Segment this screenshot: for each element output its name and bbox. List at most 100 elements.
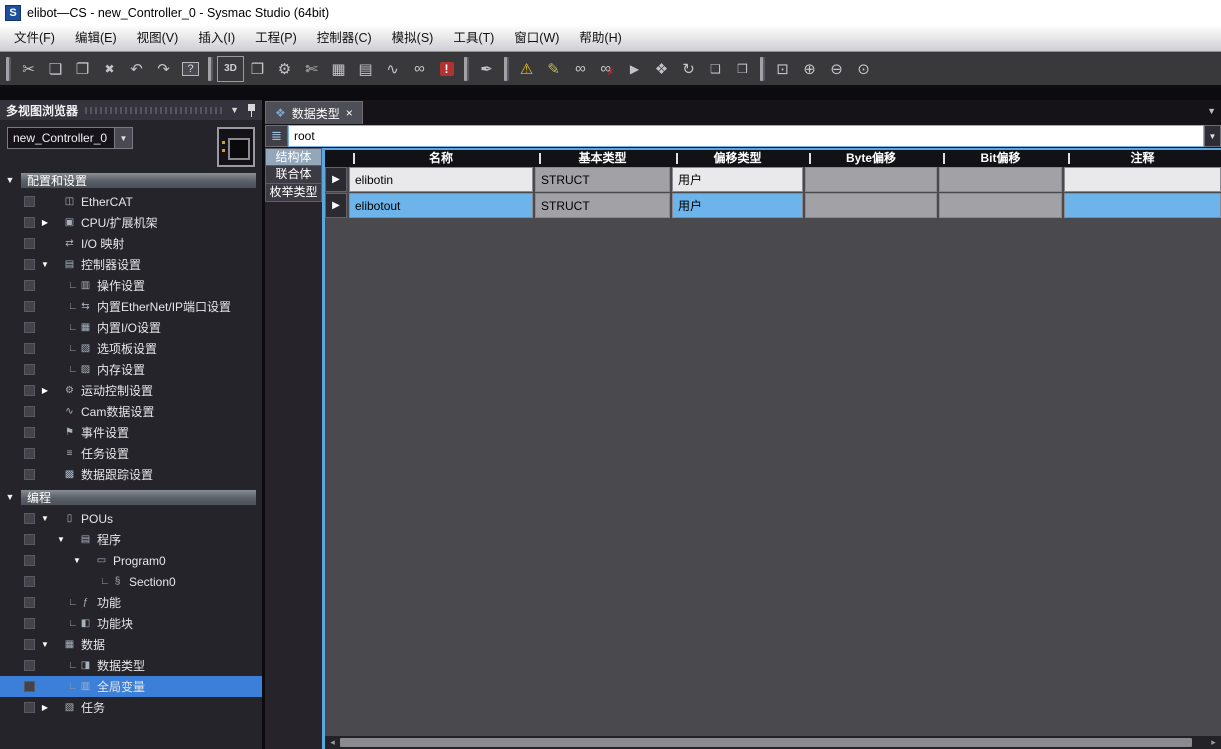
menu-tools[interactable]: 工具(T) xyxy=(443,26,504,51)
expander-icon[interactable]: ▼ xyxy=(38,640,52,649)
chevron-down-icon[interactable]: ▼ xyxy=(230,105,239,115)
sidebar-item-program0[interactable]: ▼▭Program0 xyxy=(0,550,262,571)
zoom-out-icon[interactable]: ⊖ xyxy=(823,56,850,82)
sidebar-item-pous[interactable]: ▼▯POUs xyxy=(0,508,262,529)
build-icon[interactable]: ⚠ xyxy=(513,56,540,82)
tab-unions[interactable]: 联合体 xyxy=(265,166,322,184)
scrollbar-thumb[interactable] xyxy=(340,738,1192,747)
sync-icon[interactable]: ❖ xyxy=(648,56,675,82)
sidebar-item-memory-settings[interactable]: ∟▨内存设置 xyxy=(0,359,262,380)
cell-comment[interactable] xyxy=(1064,193,1221,218)
paste-icon[interactable]: ❐ xyxy=(69,56,96,82)
sidebar-item-global-variables[interactable]: ∟▥全局变量 xyxy=(0,676,262,697)
sidebar-item-section0[interactable]: ∟§Section0 xyxy=(0,571,262,592)
sidebar-item-functions[interactable]: ∟ƒ功能 xyxy=(0,592,262,613)
root-input[interactable] xyxy=(288,125,1204,147)
tab-enums[interactable]: 枚举类型 xyxy=(265,184,322,202)
menu-view[interactable]: 视图(V) xyxy=(127,26,189,51)
sidebar-item-tasks[interactable]: ▶▧任务 xyxy=(0,697,262,718)
zoom-in-icon[interactable]: ⊕ xyxy=(796,56,823,82)
menu-simulation[interactable]: 模拟(S) xyxy=(382,26,444,51)
program-check-all-icon[interactable]: ∞✗ xyxy=(594,56,621,82)
sidebar-item-cpu-rack[interactable]: ▶▣CPU/扩展机架 xyxy=(0,212,262,233)
row-expander[interactable]: ▶ xyxy=(325,193,347,218)
fit-view-icon[interactable]: ⊡ xyxy=(769,56,796,82)
scroll-right-icon[interactable]: ▸ xyxy=(1206,736,1221,749)
sidebar-item-option-board[interactable]: ∟▧选项板设置 xyxy=(0,338,262,359)
controller-dropdown[interactable]: new_Controller_0 ▼ xyxy=(7,127,133,149)
expander-icon[interactable]: ▼ xyxy=(38,514,52,523)
expander-icon[interactable]: ▼ xyxy=(54,535,68,544)
header-offset-type[interactable]: 偏移类型 xyxy=(672,150,803,167)
sidebar-item-programs[interactable]: ▼▤程序 xyxy=(0,529,262,550)
copy-icon[interactable]: ❏ xyxy=(42,56,69,82)
project-window-icon[interactable]: ❒ xyxy=(244,56,271,82)
sidebar-item-controller-setup[interactable]: ▼▤控制器设置 xyxy=(0,254,262,275)
expander-icon[interactable]: ▼ xyxy=(70,556,84,565)
section-programming[interactable]: ▼ 编程 xyxy=(0,488,262,506)
edit-check-icon[interactable]: ✒ xyxy=(473,56,500,82)
sidebar-item-task-settings[interactable]: ≡任务设置 xyxy=(0,443,262,464)
menu-project[interactable]: 工程(P) xyxy=(245,26,307,51)
header-base-type[interactable]: 基本类型 xyxy=(535,150,670,167)
chevron-down-icon[interactable]: ▼ xyxy=(114,128,132,148)
tab-data-types[interactable]: ❖ 数据类型 × xyxy=(265,101,363,124)
expander-icon[interactable]: ▶ xyxy=(38,386,52,395)
cell-offset-type[interactable]: 用户 xyxy=(672,193,803,218)
section-config-setup[interactable]: ▼ 配置和设置 xyxy=(0,171,262,189)
monitor-icon[interactable]: ❑ xyxy=(702,56,729,82)
search-icon[interactable]: ∞ xyxy=(406,56,433,82)
tool-icon[interactable]: ⚙ xyxy=(271,56,298,82)
header-comment[interactable]: 注释 xyxy=(1064,150,1221,167)
menu-insert[interactable]: 插入(I) xyxy=(188,26,245,51)
cell-name[interactable]: elibotout xyxy=(349,193,533,218)
pin-icon[interactable] xyxy=(247,104,256,117)
rebuild-icon[interactable]: ✎ xyxy=(540,56,567,82)
menu-controller[interactable]: 控制器(C) xyxy=(307,26,382,51)
row-expander[interactable]: ▶ xyxy=(325,167,347,192)
sidebar-item-data-types[interactable]: ∟◨数据类型 xyxy=(0,655,262,676)
program-check-icon[interactable]: ∞ xyxy=(567,56,594,82)
undo-icon[interactable]: ↶ xyxy=(123,56,150,82)
monitor-secondary-icon[interactable]: ❒ xyxy=(729,56,756,82)
refresh-icon[interactable]: ↻ xyxy=(675,56,702,82)
cut-icon[interactable]: ✂ xyxy=(15,56,42,82)
header-bit-offset[interactable]: Bit偏移 xyxy=(939,150,1062,167)
view-3d-icon[interactable]: 3D xyxy=(217,56,244,82)
sidebar-item-ethernet-ip-port[interactable]: ∟⇆内置EtherNet/IP端口设置 xyxy=(0,296,262,317)
menu-edit[interactable]: 编辑(E) xyxy=(65,26,127,51)
delete-icon[interactable]: ✖ xyxy=(96,56,123,82)
table-row-selected[interactable]: ▶ elibotout STRUCT 用户 xyxy=(325,193,1221,218)
watch-table-icon[interactable]: ▦ xyxy=(325,56,352,82)
expander-icon[interactable]: ▶ xyxy=(38,218,52,227)
sidebar-item-data-trace[interactable]: ▩数据跟踪设置 xyxy=(0,464,262,485)
sidebar-item-event-settings[interactable]: ⚑事件设置 xyxy=(0,422,262,443)
close-icon[interactable]: × xyxy=(346,106,353,120)
multiview-explorer-header[interactable]: 多视图浏览器 ▼ xyxy=(0,100,262,120)
zoom-100-icon[interactable]: ⊙ xyxy=(850,56,877,82)
expander-icon[interactable]: ▼ xyxy=(38,260,52,269)
sidebar-item-motion-control[interactable]: ▶⚙运动控制设置 xyxy=(0,380,262,401)
cell-name[interactable]: elibotin xyxy=(349,167,533,192)
sidebar-item-data[interactable]: ▼▦数据 xyxy=(0,634,262,655)
header-name[interactable]: 名称 xyxy=(349,150,533,167)
io-table-icon[interactable]: ▤ xyxy=(352,56,379,82)
chevron-down-icon[interactable]: ▼ xyxy=(1204,125,1221,147)
cell-comment[interactable] xyxy=(1064,167,1221,192)
header-byte-offset[interactable]: Byte偏移 xyxy=(805,150,937,167)
controller-icon[interactable] xyxy=(217,127,255,167)
sidebar-item-cam-data[interactable]: ∿Cam数据设置 xyxy=(0,401,262,422)
sidebar-item-operation-settings[interactable]: ∟▥操作设置 xyxy=(0,275,262,296)
cut-variables-icon[interactable]: ✄ xyxy=(298,56,325,82)
cell-offset-type[interactable]: 用户 xyxy=(672,167,803,192)
expander-icon[interactable]: ▼ xyxy=(0,492,20,502)
tab-structures[interactable]: 结构体 xyxy=(265,148,322,166)
simulation-run-icon[interactable]: ▶ xyxy=(621,56,648,82)
data-trace-icon[interactable]: ∿ xyxy=(379,56,406,82)
sidebar-item-ethercat[interactable]: ◫EtherCAT xyxy=(0,191,262,212)
table-row[interactable]: ▶ elibotin STRUCT 用户 xyxy=(325,167,1221,192)
tree-list-icon[interactable]: ≣ xyxy=(265,125,288,147)
menu-file[interactable]: 文件(F) xyxy=(4,26,65,51)
sidebar-item-function-blocks[interactable]: ∟◧功能块 xyxy=(0,613,262,634)
sidebar-item-io-map[interactable]: ⇄I/O 映射 xyxy=(0,233,262,254)
